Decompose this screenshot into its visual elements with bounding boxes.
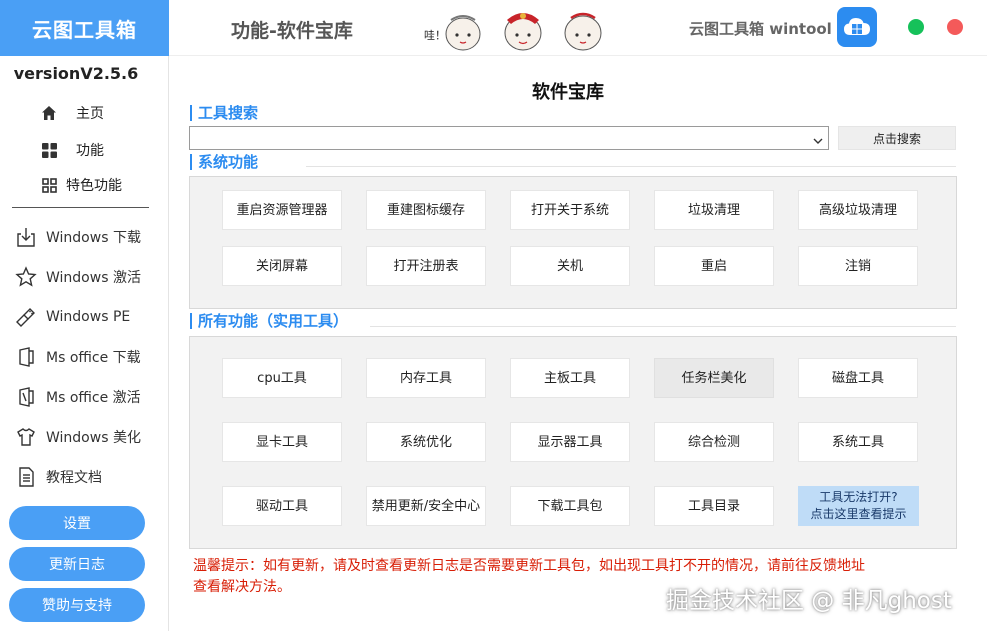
minimize-button[interactable] xyxy=(908,19,924,35)
download-icon xyxy=(14,225,38,249)
sidebar-item-label: Ms office 下载 xyxy=(46,350,141,366)
restart-explorer-button[interactable]: 重启资源管理器 xyxy=(222,190,342,230)
download-toolkit-button[interactable]: 下载工具包 xyxy=(510,486,630,526)
motherboard-tool-button[interactable]: 主板工具 xyxy=(510,358,630,398)
monitor-tool-button[interactable]: 显示器工具 xyxy=(510,422,630,462)
search-input[interactable] xyxy=(189,126,829,150)
tip-line-1: 温馨提示：如有更新，请及时查看更新日志是否需要更新工具包，如出现工具打不开的情况… xyxy=(193,558,865,574)
settings-button[interactable]: 设置 xyxy=(9,506,145,540)
app-name-label: 云图工具箱 wintool xyxy=(689,20,832,38)
sidebar-item-label: 教程文档 xyxy=(46,470,102,486)
open-registry-button[interactable]: 打开注册表 xyxy=(366,246,486,286)
grid-icon xyxy=(40,141,58,159)
version-label: versionV2.5.6 xyxy=(13,64,139,83)
sidebar-item-label: Windows 美化 xyxy=(46,430,141,446)
nav-features[interactable]: 功能 xyxy=(40,140,104,160)
memory-tool-button[interactable]: 内存工具 xyxy=(366,358,486,398)
nav-special-features[interactable]: 特色功能 xyxy=(40,175,122,195)
sidebar-item-windows-activate[interactable]: Windows 激活 xyxy=(14,265,141,289)
header: 功能-软件宝库 哇！ 云图工具箱 wintool xyxy=(169,0,987,56)
nav-home-label: 主页 xyxy=(76,106,104,122)
tool-directory-button[interactable]: 工具目录 xyxy=(654,486,774,526)
app-logo-icon xyxy=(837,7,877,47)
junk-clean-button[interactable]: 垃圾清理 xyxy=(654,190,774,230)
chevron-down-icon xyxy=(812,132,824,151)
hint-line-1: 工具无法打开? xyxy=(819,490,898,504)
sidebar-item-label: Windows 下载 xyxy=(46,230,141,246)
search-button[interactable]: 点击搜索 xyxy=(838,126,956,150)
restart-button[interactable]: 重启 xyxy=(654,246,774,286)
gpu-tool-button[interactable]: 显卡工具 xyxy=(222,422,342,462)
home-icon xyxy=(40,104,58,122)
sidebar-item-tutorials[interactable]: 教程文档 xyxy=(14,465,102,489)
cpu-tool-button[interactable]: cpu工具 xyxy=(222,358,342,398)
watermark: 掘金技术社区 @ 非凡ghost xyxy=(666,588,952,614)
sidebar-item-label: Windows 激活 xyxy=(46,270,141,286)
cannot-open-hint-button[interactable]: 工具无法打开? 点击这里查看提示 xyxy=(798,486,919,526)
nav-home[interactable]: 主页 xyxy=(40,103,104,123)
sidebar: 云图工具箱 versionV2.5.6 主页 功能 特色功能 Windows 下… xyxy=(0,0,169,631)
usb-icon xyxy=(14,305,38,329)
rebuild-icon-cache-button[interactable]: 重建图标缓存 xyxy=(366,190,486,230)
section-underline xyxy=(370,326,956,327)
office-key-icon xyxy=(14,385,38,409)
nav-special-features-label: 特色功能 xyxy=(66,178,122,194)
open-about-system-button[interactable]: 打开关于系统 xyxy=(510,190,630,230)
hint-line-2: 点击这里查看提示 xyxy=(810,507,907,521)
section-all-functions: 所有功能（实用工具） xyxy=(190,313,348,329)
document-icon xyxy=(14,465,38,489)
close-button[interactable] xyxy=(947,19,963,35)
sponsor-button[interactable]: 赞助与支持 xyxy=(9,588,145,622)
sidebar-item-windows-pe[interactable]: Windows PE xyxy=(14,305,130,329)
system-optimize-button[interactable]: 系统优化 xyxy=(366,422,486,462)
comprehensive-test-button[interactable]: 综合检测 xyxy=(654,422,774,462)
sidebar-item-windows-download[interactable]: Windows 下载 xyxy=(14,225,141,249)
office-icon xyxy=(14,345,38,369)
taskbar-beautify-button[interactable]: 任务栏美化 xyxy=(654,358,774,398)
header-title: 功能-软件宝库 xyxy=(231,20,353,42)
section-underline xyxy=(306,166,956,167)
changelog-button[interactable]: 更新日志 xyxy=(9,547,145,581)
system-tool-button[interactable]: 系统工具 xyxy=(798,422,918,462)
sidebar-item-label: Windows PE xyxy=(46,309,131,325)
sidebar-item-label: Ms office 激活 xyxy=(46,390,141,406)
mascot-text: 哇！ xyxy=(424,29,446,42)
sidebar-divider xyxy=(12,207,149,208)
turn-off-screen-button[interactable]: 关闭屏幕 xyxy=(222,246,342,286)
grid-outline-icon xyxy=(40,176,58,194)
driver-tool-button[interactable]: 驱动工具 xyxy=(222,486,342,526)
disk-tool-button[interactable]: 磁盘工具 xyxy=(798,358,918,398)
shutdown-button[interactable]: 关机 xyxy=(510,246,630,286)
nav-features-label: 功能 xyxy=(76,143,104,159)
brand-title: 云图工具箱 xyxy=(0,0,169,56)
star-icon xyxy=(14,265,38,289)
sidebar-item-office-activate[interactable]: Ms office 激活 xyxy=(14,385,141,409)
section-system-functions: 系统功能 xyxy=(190,154,258,170)
advanced-junk-clean-button[interactable]: 高级垃圾清理 xyxy=(798,190,918,230)
sidebar-item-office-download[interactable]: Ms office 下载 xyxy=(14,345,141,369)
section-tool-search: 工具搜索 xyxy=(190,105,258,121)
page-title: 软件宝库 xyxy=(532,82,604,103)
logoff-button[interactable]: 注销 xyxy=(798,246,918,286)
sidebar-item-windows-beautify[interactable]: Windows 美化 xyxy=(14,425,141,449)
disable-update-button[interactable]: 禁用更新/安全中心 xyxy=(366,486,486,526)
mascot-icon: 哇！ xyxy=(424,12,602,51)
shirt-icon xyxy=(14,425,38,449)
